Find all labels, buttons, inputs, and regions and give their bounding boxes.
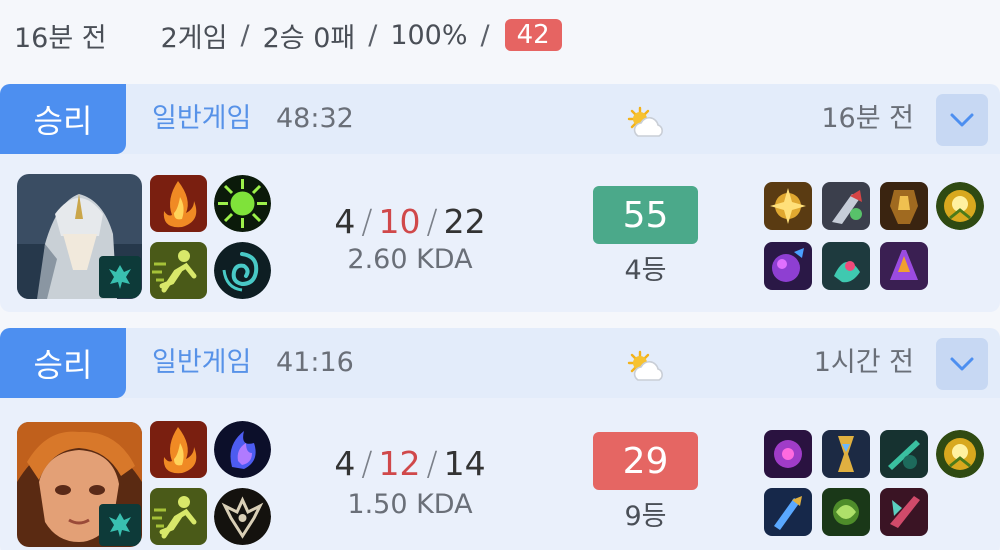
trinket-ward-icon[interactable]: [936, 182, 984, 230]
position-crest-icon: [99, 256, 141, 298]
match-header[interactable]: 승리 일반게임 41:16 1시간 전: [0, 328, 1000, 398]
summary-games: 2게임: [160, 22, 228, 54]
item-slot-3-icon[interactable]: [880, 182, 928, 230]
item-slot-2-icon[interactable]: [822, 182, 870, 230]
rune-keystone-icon[interactable]: [214, 421, 271, 478]
position-crest-icon: [99, 504, 141, 546]
rune-keystone-icon[interactable]: [214, 175, 271, 232]
kda-slash: /: [361, 444, 373, 483]
summary-score-badge: 42: [504, 19, 562, 51]
summary-record: 2승 0패: [262, 22, 356, 54]
item-slot-4-icon[interactable]: [764, 488, 812, 536]
spell-ignite-icon[interactable]: [150, 421, 207, 478]
performance-score-badge: 55: [593, 186, 698, 244]
rune-secondary-icon[interactable]: [214, 242, 271, 299]
partly-cloudy-icon: [627, 350, 663, 381]
trinket-ward-icon[interactable]: [936, 430, 984, 478]
item-slot-5-icon[interactable]: [822, 242, 870, 290]
kills-count: 4: [334, 444, 356, 483]
summary-winrate: 100%: [390, 19, 468, 51]
game-duration: 48:32: [276, 103, 354, 134]
rune-secondary-icon[interactable]: [214, 488, 271, 545]
item-slot-1-icon[interactable]: [764, 430, 812, 478]
match-header[interactable]: 승리 일반게임 48:32 16분 전: [0, 84, 1000, 154]
item-slot-3-icon[interactable]: [880, 430, 928, 478]
kda-score: 4/10/22: [300, 202, 520, 241]
deaths-count: 12: [378, 444, 421, 483]
expand-button[interactable]: [936, 338, 988, 390]
kda-ratio: 2.60 KDA: [347, 244, 473, 275]
kda-slash: /: [361, 202, 373, 241]
item-slot-1-icon[interactable]: [764, 182, 812, 230]
expand-button[interactable]: [936, 94, 988, 146]
spell-ghost-icon[interactable]: [150, 242, 207, 299]
match-time-ago: 1시간 전: [813, 347, 914, 378]
spell-ignite-icon[interactable]: [150, 175, 207, 232]
item-slot-5-icon[interactable]: [822, 488, 870, 536]
kda-ratio: 1.50 KDA: [347, 489, 473, 520]
summary-separator: /: [368, 19, 378, 51]
game-mode: 일반게임: [152, 347, 252, 378]
game-mode: 일반게임: [152, 103, 252, 134]
performance-score-badge: 29: [593, 432, 698, 490]
spell-ghost-icon[interactable]: [150, 488, 207, 545]
summary-time-ago: 16분 전: [14, 22, 107, 54]
champion-portrait[interactable]: [17, 422, 142, 547]
item-slot-6-icon[interactable]: [880, 488, 928, 536]
player-rank: 4등: [624, 255, 667, 286]
kills-count: 4: [334, 202, 356, 241]
item-slot-4-icon[interactable]: [764, 242, 812, 290]
assists-count: 22: [443, 202, 486, 241]
player-rank: 9등: [624, 501, 667, 532]
result-badge: 승리: [0, 84, 126, 154]
kda-slash: /: [426, 202, 438, 241]
kda-score: 4/12/14: [300, 444, 520, 483]
deaths-count: 10: [378, 202, 421, 241]
assists-count: 14: [443, 444, 486, 483]
chevron-down-icon: [950, 357, 974, 371]
item-slot-6-icon[interactable]: [880, 242, 928, 290]
kda-slash: /: [426, 444, 438, 483]
partly-cloudy-icon: [627, 106, 663, 137]
result-badge: 승리: [0, 328, 126, 398]
chevron-down-icon: [950, 113, 974, 127]
champion-portrait[interactable]: [17, 174, 142, 299]
summary-separator: /: [240, 19, 250, 51]
match-time-ago: 16분 전: [821, 103, 914, 134]
game-duration: 41:16: [276, 347, 354, 378]
match-summary: 16분 전 2게임 / 2승 0패 / 100% / 42: [14, 12, 562, 58]
item-slot-2-icon[interactable]: [822, 430, 870, 478]
summary-separator: /: [480, 19, 490, 51]
